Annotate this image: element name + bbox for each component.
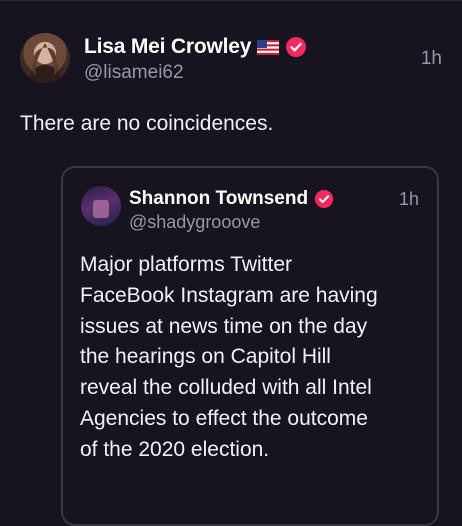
quoted-avatar[interactable] <box>81 186 121 226</box>
post-timestamp: 1h <box>420 48 442 69</box>
quoted-text-line: Major platforms Twitter <box>80 253 292 276</box>
quoted-text-line: Agencies to effect the outcome <box>80 406 368 430</box>
quoted-text-line: FaceBook Instagram are having <box>80 283 378 307</box>
quoted-text-line: of the 2020 election. <box>80 437 270 461</box>
us-flag-icon <box>257 39 280 55</box>
quoted-author-row: Shannon Townsend <box>129 187 334 211</box>
quoted-author-handle[interactable]: @shadygrooove <box>129 212 260 233</box>
author-name[interactable]: Lisa Mei Crowley <box>84 35 251 59</box>
verified-badge-icon <box>314 189 334 209</box>
verified-badge-icon <box>285 36 307 58</box>
avatar[interactable] <box>20 33 70 83</box>
quoted-author-name[interactable]: Shannon Townsend <box>129 188 308 210</box>
author-handle[interactable]: @lisamei62 <box>84 62 184 84</box>
author-row: Lisa Mei Crowley <box>84 34 307 60</box>
quoted-text-line: issues at news time on the day <box>80 314 368 338</box>
quoted-timestamp: 1h <box>398 189 419 209</box>
post-text: There are no coincidences. <box>20 112 274 135</box>
quoted-post[interactable]: Shannon Townsend @shadygrooove 1h Major … <box>61 166 439 526</box>
quoted-text-line: reveal the colluded with all Intel <box>80 376 372 400</box>
quoted-post-text: Major platforms Twitter FaceBook Instagr… <box>80 250 430 466</box>
quoted-text-line: the hearings on Capitol Hill <box>80 345 331 369</box>
post-card[interactable]: Lisa Mei Crowley @lisamei62 1h There are… <box>0 0 462 526</box>
